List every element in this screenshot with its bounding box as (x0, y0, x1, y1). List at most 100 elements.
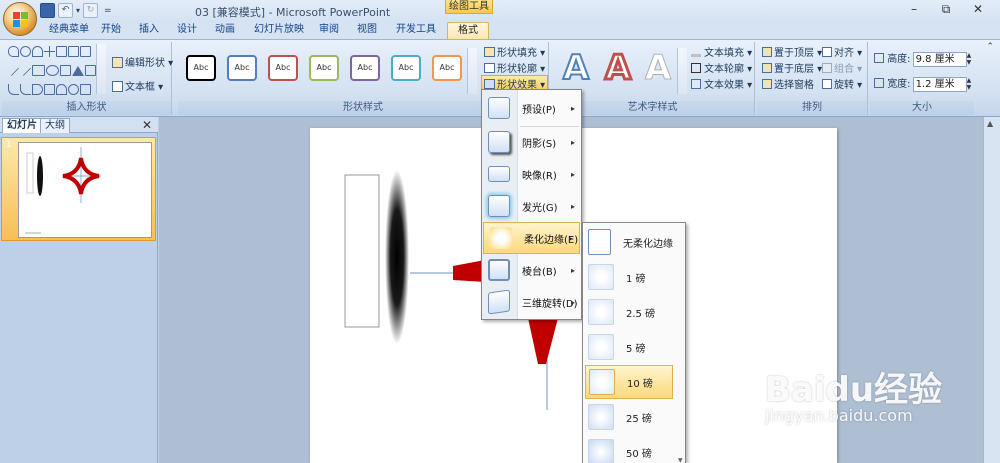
submenu-arrow-icon: ▸ (568, 233, 573, 243)
text-box-button[interactable]: 文本框 ▾ (112, 78, 163, 93)
wordart-style-silver[interactable]: A (639, 50, 677, 87)
height-input[interactable]: 9.8 厘米 (912, 51, 967, 67)
menu-item-soft-edges[interactable]: 柔化边缘(E) ▸ (483, 222, 580, 254)
shape-item[interactable] (72, 66, 84, 76)
shape-style-swatch[interactable]: Abc (350, 55, 380, 81)
tab-slideshow[interactable]: 幻灯片放映 (254, 22, 304, 40)
shape-style-swatch[interactable]: Abc (432, 55, 462, 81)
wordart-gallery-scroll[interactable] (677, 48, 687, 94)
shape-style-swatch[interactable]: Abc (309, 55, 339, 81)
soft-edge-option-10pt[interactable]: 10 磅 (585, 365, 673, 399)
soft-edge-option-2-5pt[interactable]: 2.5 磅 (585, 295, 673, 329)
bring-to-front-button[interactable]: 置于顶层 ▾ (762, 44, 822, 59)
shape-item[interactable] (20, 46, 31, 57)
menu-item-shadow[interactable]: 阴影(S) ▸ (482, 126, 581, 158)
edit-shape-button[interactable]: 编辑形状 ▾ (112, 54, 173, 69)
shape-style-swatch[interactable]: Abc (391, 55, 421, 81)
tab-format[interactable]: 格式 (447, 22, 489, 40)
tab-classic-menu[interactable]: 经典菜单 (40, 22, 98, 40)
scroll-up-icon[interactable]: ▲ (987, 119, 993, 128)
shape-gallery[interactable] (3, 46, 106, 103)
tab-slides[interactable]: 幻灯片 (2, 118, 42, 133)
menu-item-bevel[interactable]: 棱台(B) ▸ (482, 254, 581, 286)
shape-style-swatch[interactable]: Abc (186, 55, 216, 81)
tab-design[interactable]: 设计 (176, 22, 198, 40)
soft-edge-option-25pt[interactable]: 25 磅 (585, 400, 673, 434)
text-outline-button[interactable]: 文本轮廓 ▾ (691, 60, 752, 75)
send-to-back-button[interactable]: 置于底层 ▾ (762, 60, 822, 75)
shape-item[interactable] (60, 65, 71, 76)
tab-insert[interactable]: 插入 (138, 22, 160, 40)
tab-review[interactable]: 审阅 (318, 22, 340, 40)
office-button[interactable] (3, 2, 37, 36)
soft-edge-option-5pt[interactable]: 5 磅 (585, 330, 673, 364)
shape-style-swatch[interactable]: Abc (268, 55, 298, 81)
selection-pane-button[interactable]: 选择窗格 (762, 76, 814, 91)
submenu-scroll-icon[interactable]: ▼ (678, 457, 683, 463)
width-spinner[interactable]: ▲ ▼ (967, 77, 975, 92)
undo-icon[interactable]: ↶ (58, 3, 73, 18)
soft-edge-option-50pt[interactable]: 50 磅 (585, 435, 673, 463)
shape-item[interactable] (15, 60, 32, 77)
tab-animations[interactable]: 动画 (214, 22, 236, 40)
shape-item[interactable] (32, 46, 43, 57)
wordart-style-outline-blue[interactable]: A (557, 49, 595, 87)
shape-item[interactable] (8, 46, 19, 57)
shape-item[interactable] (32, 84, 43, 95)
red-shape-arm[interactable] (528, 318, 558, 364)
slide-thumbnail[interactable] (18, 142, 152, 238)
text-fill-button[interactable]: 文本填充 ▾ (691, 44, 752, 59)
shape-item[interactable] (80, 84, 91, 95)
shape-item[interactable] (85, 65, 96, 76)
vertical-scrollbar[interactable]: ▲ (983, 117, 1000, 463)
wordart-style-red[interactable]: A (599, 49, 637, 88)
tab-developer[interactable]: 开发工具 (394, 22, 438, 40)
shape-item[interactable] (56, 84, 67, 95)
undo-dropdown-icon[interactable]: ▾ (76, 6, 80, 15)
shape-gallery-scroll[interactable] (96, 44, 106, 94)
shape-item[interactable] (20, 84, 31, 95)
height-spinner[interactable]: ▲ ▼ (967, 52, 975, 67)
window-controls: – ⧉ ✕ (898, 2, 994, 17)
save-icon[interactable] (40, 3, 55, 18)
soft-edge-ellipse[interactable] (385, 170, 409, 344)
align-button[interactable]: 对齐 ▾ (822, 44, 862, 59)
align-icon (822, 47, 832, 57)
close-button[interactable]: ✕ (962, 2, 994, 17)
menu-item-3d-rotation[interactable]: 三维旋转(D) ▸ (482, 286, 581, 318)
slide-thumbnail-selected[interactable]: 1 (1, 137, 156, 241)
menu-item-reflection[interactable]: 映像(R) ▸ (482, 158, 581, 190)
shape-item[interactable] (80, 46, 91, 57)
shape-item[interactable] (8, 84, 19, 95)
text-effects-button[interactable]: 文本效果 ▾ (691, 76, 752, 91)
minimize-button[interactable]: – (898, 2, 930, 17)
shape-item[interactable] (44, 84, 55, 95)
group-button[interactable]: 组合 ▾ (822, 60, 862, 75)
shape-item[interactable] (56, 46, 67, 57)
width-input[interactable]: 1.2 厘米 (912, 76, 967, 92)
soft-edge-label: 2.5 磅 (626, 308, 656, 320)
shape-style-gallery-scroll[interactable] (467, 48, 477, 94)
redo-icon[interactable]: ↻ (83, 3, 99, 18)
shape-item[interactable] (68, 84, 79, 95)
tab-view[interactable]: 视图 (356, 22, 378, 40)
shape-style-swatch[interactable]: Abc (227, 55, 257, 81)
shape-item[interactable] (44, 46, 55, 57)
tab-outline[interactable]: 大纲 (40, 118, 70, 133)
shape-item[interactable] (46, 65, 59, 76)
customize-qat-icon[interactable]: = (104, 6, 112, 16)
shape-fill-button[interactable]: 形状填充 ▾ (484, 44, 545, 59)
shape-item[interactable] (32, 65, 45, 76)
restore-button[interactable]: ⧉ (930, 2, 962, 17)
soft-edge-option-none[interactable]: 无柔化边缘 (585, 225, 673, 259)
tab-home[interactable]: 开始 (100, 22, 122, 40)
shape-item[interactable] (68, 46, 79, 57)
menu-item-glow[interactable]: 发光(G) ▸ (482, 190, 581, 222)
menu-item-preset[interactable]: 预设(P) ▸ (482, 92, 581, 124)
close-pane-icon[interactable]: ✕ (142, 118, 152, 132)
soft-edge-option-1pt[interactable]: 1 磅 (585, 260, 673, 294)
ribbon-collapse-icon[interactable]: ⌃ (986, 42, 994, 52)
outline-rectangle[interactable] (344, 174, 380, 328)
rotate-button[interactable]: 旋转 ▾ (822, 76, 862, 91)
shape-outline-button[interactable]: 形状轮廓 ▾ (484, 60, 545, 75)
